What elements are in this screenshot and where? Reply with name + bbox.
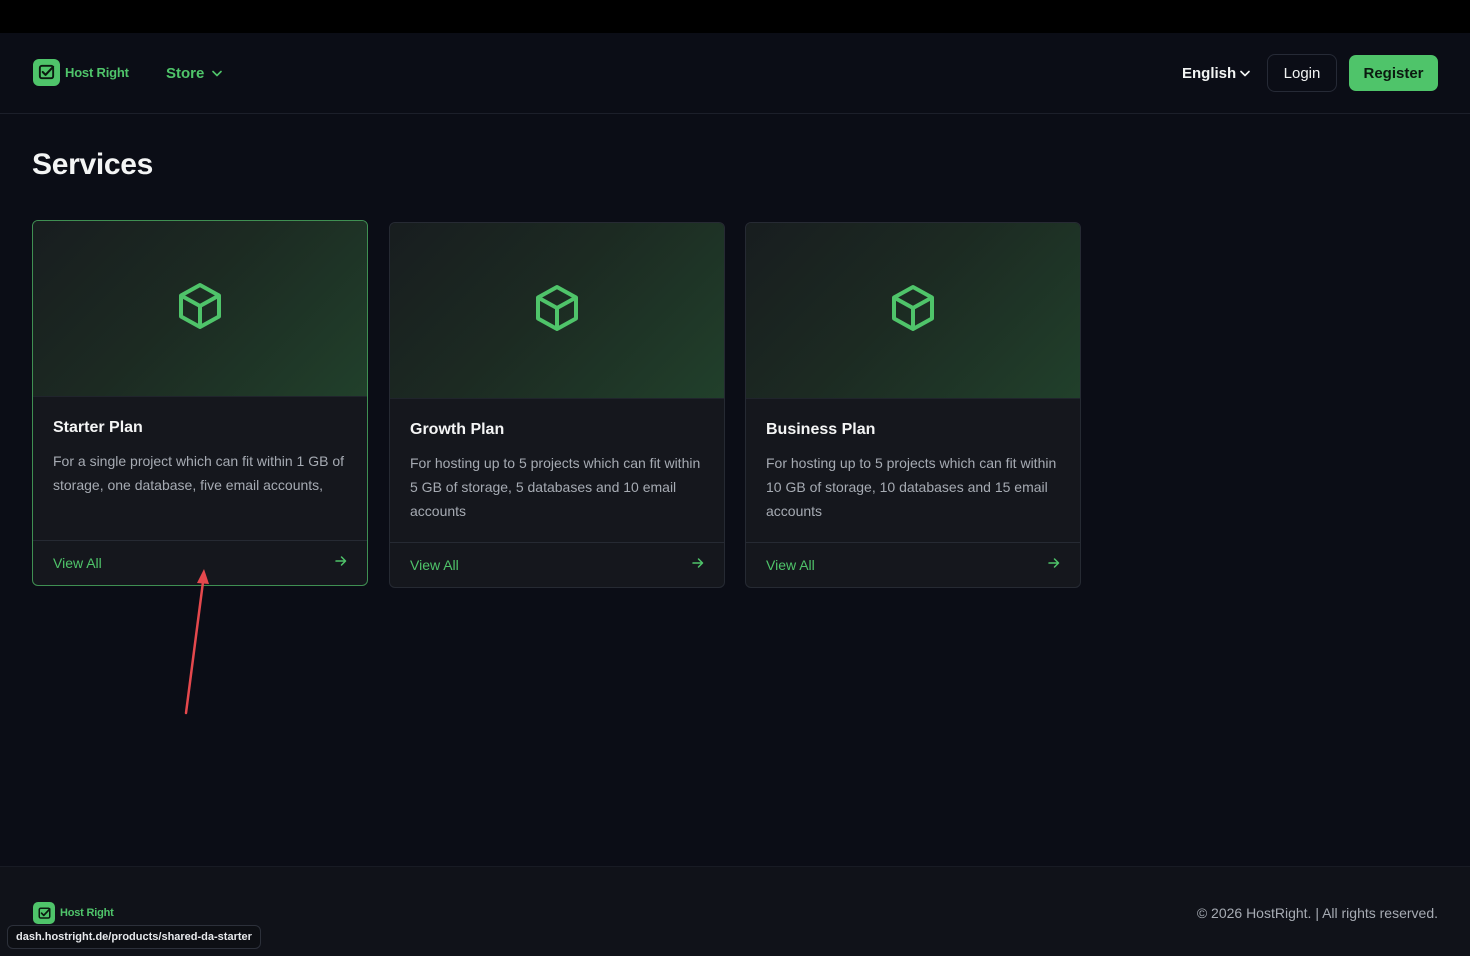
view-all-label: View All — [53, 555, 102, 571]
cube-icon — [890, 284, 936, 337]
login-button[interactable]: Login — [1267, 54, 1337, 92]
brand-logo[interactable]: Host Right — [33, 59, 129, 86]
plan-description: For a single project which can fit withi… — [53, 453, 345, 493]
footer-brand-logo[interactable]: Host Right — [33, 902, 114, 924]
footer-brand-name: Host Right — [60, 907, 114, 919]
plan-title: Growth Plan — [410, 421, 505, 438]
navbar: Host Right Store English Login Register — [0, 33, 1470, 114]
plan-title: Business Plan — [766, 421, 876, 438]
card-hero — [390, 223, 724, 399]
plan-card-business[interactable]: Business Plan For hosting up to 5 projec… — [745, 222, 1081, 588]
chevron-down-icon — [1240, 64, 1250, 82]
plan-title: Starter Plan — [53, 419, 143, 436]
store-dropdown[interactable]: Store — [166, 64, 223, 82]
view-all-link[interactable]: View All — [390, 542, 724, 587]
register-button[interactable]: Register — [1349, 55, 1438, 91]
cube-icon — [534, 284, 580, 337]
card-hero — [33, 221, 367, 397]
window-top-strip — [0, 0, 1470, 33]
card-hero — [746, 223, 1080, 399]
view-all-link[interactable]: View All — [33, 540, 367, 585]
language-label: English — [1182, 64, 1237, 82]
store-label: Store — [166, 64, 205, 82]
brand-name: Host Right — [65, 65, 129, 80]
view-all-link[interactable]: View All — [746, 542, 1080, 587]
arrow-right-icon — [335, 554, 347, 572]
plan-card-growth[interactable]: Growth Plan For hosting up to 5 projects… — [389, 222, 725, 588]
status-bar-url: dash.hostright.de/products/shared-da-sta… — [7, 925, 261, 949]
arrow-right-icon — [1048, 556, 1060, 574]
page-title: Services — [32, 148, 154, 181]
plan-description: For hosting up to 5 projects which can f… — [766, 455, 1057, 519]
view-all-label: View All — [410, 557, 459, 573]
view-all-label: View All — [766, 557, 815, 573]
plan-card-starter[interactable]: Starter Plan For a single project which … — [32, 220, 368, 586]
logo-check-icon — [33, 902, 55, 924]
cube-icon — [177, 282, 223, 335]
logo-check-icon — [33, 59, 60, 86]
plan-description: For hosting up to 5 projects which can f… — [410, 455, 701, 519]
arrow-right-icon — [692, 556, 704, 574]
language-dropdown[interactable]: English — [1182, 64, 1250, 82]
copyright-text: © 2026 HostRight. | All rights reserved. — [1196, 905, 1438, 921]
chevron-down-icon — [212, 64, 223, 82]
